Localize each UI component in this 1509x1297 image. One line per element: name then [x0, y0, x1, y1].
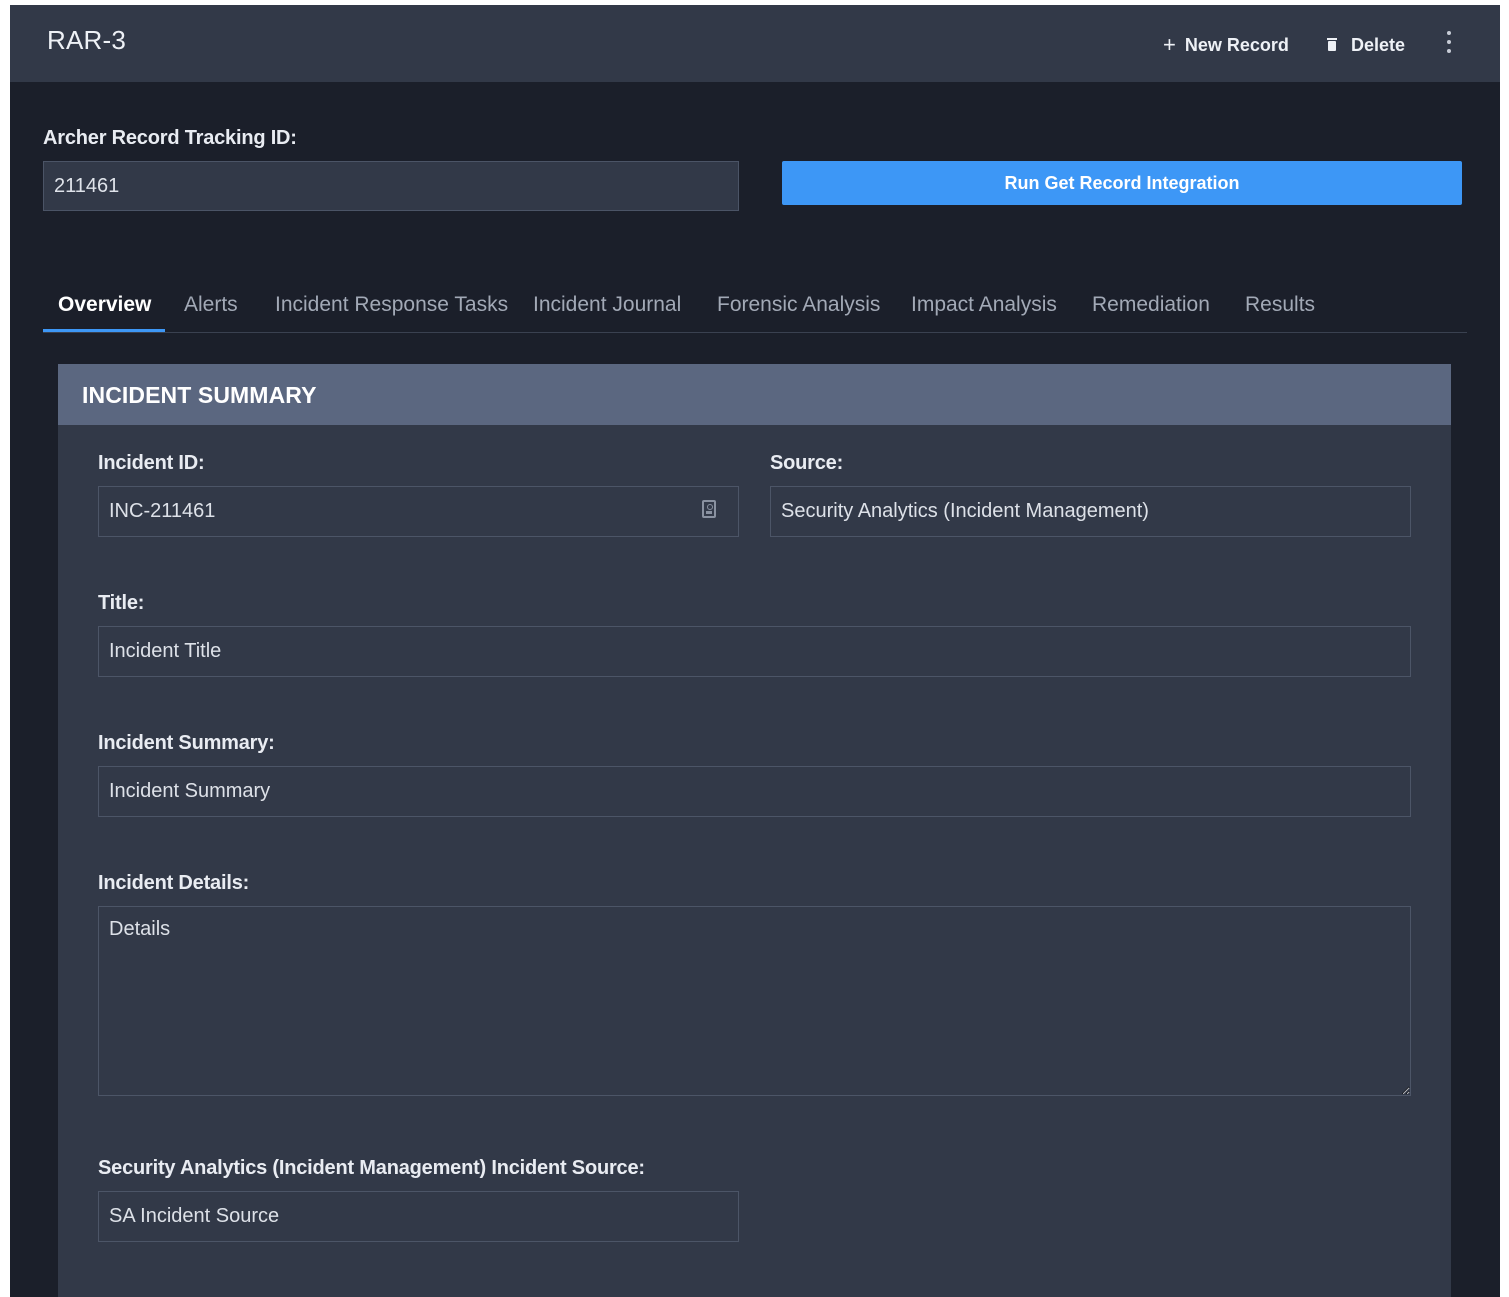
sa-incident-source-label: Security Analytics (Incident Management)… — [98, 1157, 645, 1179]
sa-incident-source-input[interactable] — [98, 1191, 739, 1242]
record-window: RAR-3 + New Record Delete Archer Record … — [10, 5, 1500, 1297]
tab-remediation[interactable]: Remediation — [1092, 293, 1210, 317]
source-input[interactable] — [770, 486, 1411, 537]
new-record-button[interactable]: + New Record — [1163, 31, 1289, 59]
source-label: Source: — [770, 452, 844, 474]
incident-details-label: Incident Details: — [98, 872, 250, 894]
tab-incident-journal[interactable]: Incident Journal — [533, 293, 681, 317]
incident-summary-label: Incident Summary: — [98, 732, 275, 754]
tracking-id-label: Archer Record Tracking ID: — [43, 127, 297, 149]
tab-incident-response-tasks[interactable]: Incident Response Tasks — [275, 293, 508, 317]
tab-overview[interactable]: Overview — [58, 293, 151, 317]
tracking-id-input[interactable] — [43, 161, 739, 211]
active-tab-indicator — [43, 329, 165, 332]
incident-id-input[interactable] — [98, 486, 739, 537]
trash-icon — [1327, 38, 1337, 51]
contact-card-icon[interactable] — [702, 500, 716, 518]
kebab-menu-icon[interactable] — [1444, 31, 1454, 57]
title-label: Title: — [98, 592, 145, 614]
record-title: RAR-3 — [47, 25, 127, 55]
incident-summary-input[interactable] — [98, 766, 1411, 817]
top-bar: RAR-3 + New Record Delete — [10, 5, 1500, 82]
tab-bar: Overview Alerts Incident Response Tasks … — [43, 283, 1467, 333]
incident-id-label: Incident ID: — [98, 452, 205, 474]
tab-impact-analysis[interactable]: Impact Analysis — [911, 293, 1057, 317]
delete-label: Delete — [1351, 34, 1406, 55]
tab-alerts[interactable]: Alerts — [184, 293, 238, 317]
delete-button[interactable]: Delete — [1327, 31, 1406, 59]
panel-title: INCIDENT SUMMARY — [82, 382, 317, 408]
title-input[interactable] — [98, 626, 1411, 677]
tab-forensic-analysis[interactable]: Forensic Analysis — [717, 293, 880, 317]
panel-header: INCIDENT SUMMARY — [58, 364, 1451, 425]
new-record-label: New Record — [1184, 34, 1289, 55]
incident-summary-panel: INCIDENT SUMMARY Incident ID: Source: Ti… — [58, 364, 1451, 1297]
plus-icon: + — [1163, 32, 1176, 57]
incident-details-textarea[interactable]: Details — [98, 906, 1411, 1096]
run-get-record-integration-button[interactable]: Run Get Record Integration — [782, 161, 1462, 205]
tab-results[interactable]: Results — [1245, 293, 1315, 317]
